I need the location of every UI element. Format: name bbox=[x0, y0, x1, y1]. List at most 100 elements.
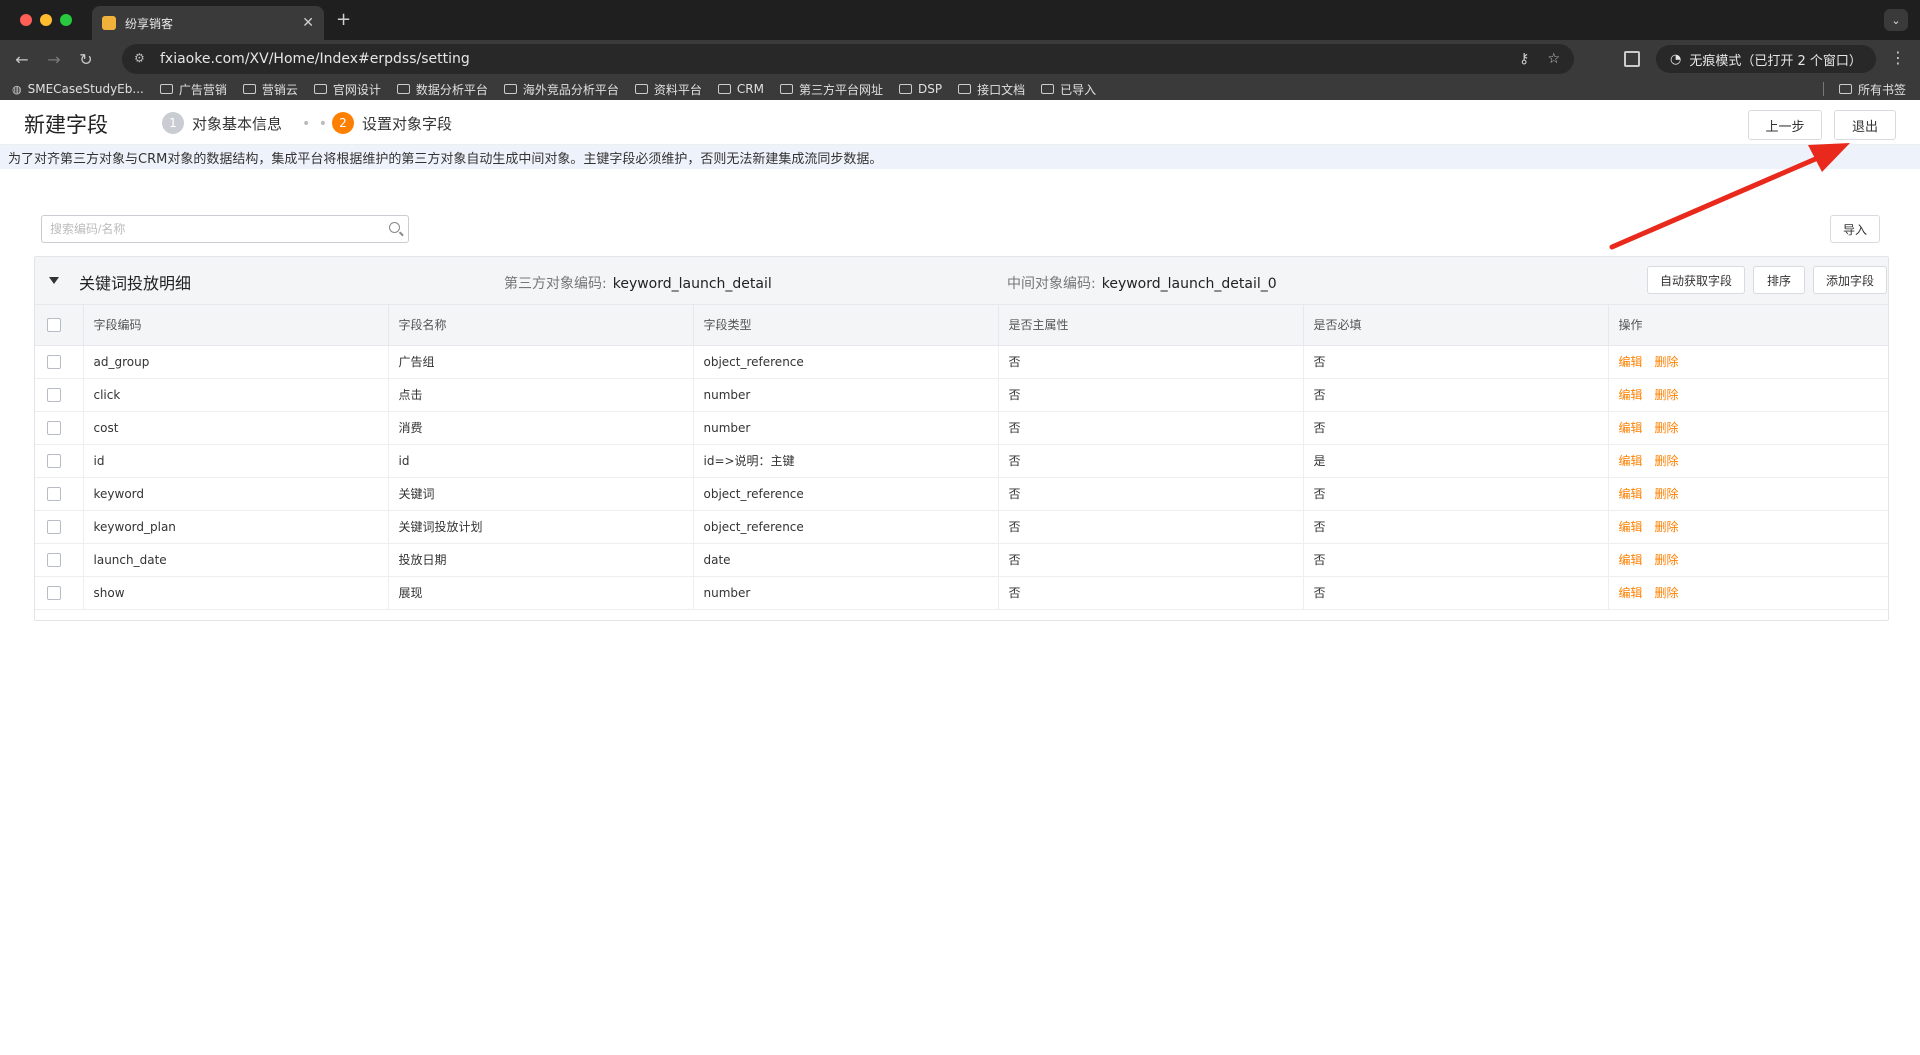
table-row[interactable]: click 点击 number 否否编辑 删除 bbox=[35, 378, 1888, 412]
password-key-icon[interactable]: ⚷ bbox=[1519, 51, 1529, 67]
bookmark-folder[interactable]: 第三方平台网址 bbox=[780, 81, 883, 98]
row-checkbox-cell bbox=[35, 510, 84, 544]
step-connector-dots: • • bbox=[302, 116, 329, 132]
tab-search-chevron-icon[interactable]: ⌄ bbox=[1884, 9, 1908, 31]
actions-cell: 编辑 删除 bbox=[1608, 411, 1888, 445]
sort-button[interactable]: 排序 bbox=[1753, 266, 1805, 294]
delete-link[interactable]: 删除 bbox=[1655, 520, 1679, 534]
column-header: 是否必填 bbox=[1303, 305, 1609, 346]
delete-link[interactable]: 删除 bbox=[1655, 388, 1679, 402]
table-row[interactable]: keyword_plan 关键词投放计划 object_reference 否否编辑删… bbox=[35, 510, 1888, 544]
side-panel-icon[interactable] bbox=[1624, 51, 1640, 67]
bookmarks-divider bbox=[1823, 82, 1824, 96]
folder-icon bbox=[780, 84, 793, 94]
is-required-cell: 否 bbox=[1303, 345, 1609, 379]
edit-link[interactable]: 编辑 bbox=[1619, 586, 1643, 600]
row-checkbox[interactable] bbox=[47, 387, 61, 402]
is-required-cell: 否 bbox=[1303, 510, 1609, 544]
bookmark-folder[interactable]: 官网设计 bbox=[313, 81, 381, 98]
url-text[interactable]: fxiaoke.com/XV/Home/Index#erpdss/setting bbox=[160, 51, 470, 67]
folder-icon bbox=[159, 84, 173, 94]
bookmark-folder[interactable]: 海外竞品分析平台 bbox=[503, 81, 619, 98]
zoom-window-button[interactable] bbox=[60, 14, 72, 26]
step-number: 1 bbox=[162, 112, 184, 134]
search-icon[interactable] bbox=[389, 222, 400, 233]
bookmarks-bar: ◍ SMECaseStudyEb... 广告营销 营销云 官网设计 数据分析平台… bbox=[0, 78, 1920, 100]
field-type-cell: object_reference bbox=[693, 477, 999, 511]
auto-fetch-fields-button[interactable]: 自动获取字段 bbox=[1647, 266, 1745, 294]
collapse-caret-icon[interactable] bbox=[49, 277, 59, 284]
row-checkbox[interactable] bbox=[47, 420, 61, 435]
row-checkbox[interactable] bbox=[47, 552, 61, 567]
field-name-cell: 点击 bbox=[388, 378, 694, 412]
table-row[interactable]: show 展现 number 否否编辑 删除 bbox=[35, 576, 1888, 610]
is-main-attribute-cell: 否 bbox=[998, 510, 1304, 544]
site-settings-icon[interactable]: ⚙ bbox=[134, 51, 150, 67]
address-bar[interactable]: ⚙ fxiaoke.com/XV/Home/Index#erpdss/setti… bbox=[122, 44, 1574, 74]
delete-link[interactable]: 删除 bbox=[1655, 553, 1679, 567]
field-name-cell: 关键词投放计划 bbox=[388, 510, 694, 544]
is-main-attribute-cell: 否 bbox=[998, 477, 1304, 511]
table-row[interactable]: ad_group 广告组 object_reference 否否编辑 删除 bbox=[35, 345, 1888, 379]
bookmark-folder[interactable]: 数据分析平台 bbox=[396, 81, 488, 98]
delete-link[interactable]: 删除 bbox=[1655, 355, 1679, 369]
import-button[interactable]: 导入 bbox=[1830, 215, 1880, 243]
all-bookmarks-folder[interactable]: 所有书签 bbox=[1838, 81, 1906, 98]
row-checkbox[interactable] bbox=[47, 519, 61, 534]
bookmark-folder[interactable]: CRM bbox=[717, 82, 764, 96]
delete-link[interactable]: 删除 bbox=[1655, 421, 1679, 435]
edit-link[interactable]: 编辑 bbox=[1619, 553, 1643, 567]
tab-close-icon[interactable]: ✕ bbox=[302, 15, 314, 31]
exit-button[interactable]: 退出 bbox=[1834, 110, 1896, 140]
bookmark-folder[interactable]: 广告营销 bbox=[159, 81, 227, 98]
edit-link[interactable]: 编辑 bbox=[1619, 355, 1643, 369]
edit-link[interactable]: 编辑 bbox=[1619, 487, 1643, 501]
table-row[interactable]: id id id=>说明：主键否是编辑 删除 bbox=[35, 444, 1888, 478]
new-tab-icon[interactable]: + bbox=[336, 9, 351, 30]
table-row[interactable]: launch_date 投放日期 date 否否编辑 删除 bbox=[35, 543, 1888, 577]
delete-link[interactable]: 删除 bbox=[1655, 586, 1679, 600]
bookmark-folder[interactable]: 接口文档 bbox=[958, 81, 1025, 98]
edit-link[interactable]: 编辑 bbox=[1619, 388, 1643, 402]
edit-link[interactable]: 编辑 bbox=[1619, 421, 1643, 435]
field-type-cell: date bbox=[693, 543, 999, 577]
row-checkbox[interactable] bbox=[47, 354, 61, 369]
step-label: 设置对象字段 bbox=[362, 114, 453, 133]
previous-step-button[interactable]: 上一步 bbox=[1748, 110, 1822, 140]
search-input[interactable] bbox=[50, 222, 380, 236]
select-all-checkbox[interactable] bbox=[47, 318, 61, 332]
bookmark-folder[interactable]: DSP bbox=[899, 82, 942, 96]
table-row[interactable]: cost 消费 number 否否编辑 删除 bbox=[35, 411, 1888, 445]
table-row[interactable]: keyword 关键词 object_reference 否否编辑 删除 bbox=[35, 477, 1888, 511]
row-checkbox[interactable] bbox=[47, 453, 61, 468]
browser-tab[interactable]: 纷享销客 ✕ bbox=[92, 6, 324, 40]
row-checkbox[interactable] bbox=[47, 585, 61, 600]
browser-tab-bar: 纷享销客 ✕ + ⌄ bbox=[0, 0, 1920, 40]
back-arrow-icon[interactable]: ← bbox=[8, 50, 36, 69]
actions-cell: 编辑 删除 bbox=[1608, 576, 1888, 610]
is-main-attribute-cell: 否 bbox=[998, 543, 1304, 577]
bookmark-folder[interactable]: 营销云 bbox=[242, 81, 298, 98]
third-party-object-code-value: keyword_launch_detail bbox=[612, 276, 772, 292]
delete-link[interactable]: 删除 bbox=[1655, 487, 1679, 501]
bookmark-item[interactable]: ◍ SMECaseStudyEb... bbox=[12, 82, 144, 96]
folder-icon bbox=[717, 84, 731, 94]
bookmark-star-icon[interactable]: ☆ bbox=[1547, 51, 1560, 67]
bookmark-folder[interactable]: 已导入 bbox=[1041, 81, 1096, 98]
edit-link[interactable]: 编辑 bbox=[1619, 454, 1643, 468]
incognito-indicator[interactable]: ◔ 无痕模式（已打开 2 个窗口） bbox=[1656, 45, 1876, 73]
edit-link[interactable]: 编辑 bbox=[1619, 520, 1643, 534]
search-box[interactable] bbox=[41, 215, 409, 243]
minimize-window-button[interactable] bbox=[40, 14, 52, 26]
field-name-cell: 关键词 bbox=[388, 477, 694, 511]
column-header: 字段名称 bbox=[388, 305, 694, 346]
reload-icon[interactable]: ↻ bbox=[72, 50, 100, 69]
row-checkbox[interactable] bbox=[47, 486, 61, 501]
field-type-cell: number bbox=[693, 378, 999, 412]
close-window-button[interactable] bbox=[20, 14, 32, 26]
bookmark-folder[interactable]: 资料平台 bbox=[634, 81, 702, 98]
forward-arrow-icon[interactable]: → bbox=[40, 50, 68, 69]
browser-menu-icon[interactable]: ⋮ bbox=[1890, 48, 1906, 67]
delete-link[interactable]: 删除 bbox=[1655, 454, 1679, 468]
add-field-button[interactable]: 添加字段 bbox=[1813, 266, 1887, 294]
